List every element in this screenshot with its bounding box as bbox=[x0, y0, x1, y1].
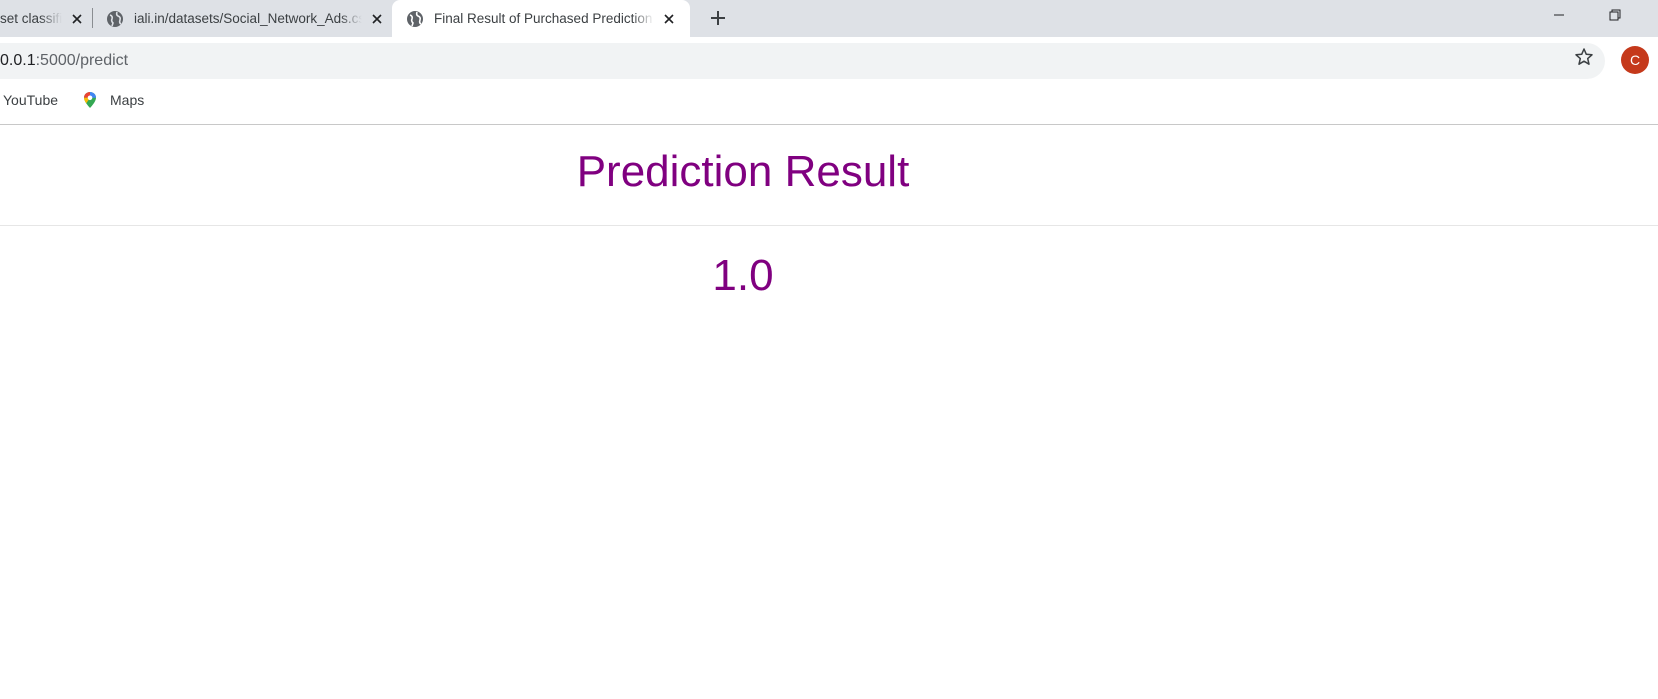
tab-title: set classific bbox=[0, 11, 62, 26]
globe-icon bbox=[406, 10, 424, 28]
new-tab-button[interactable] bbox=[706, 6, 730, 30]
tab-title: Final Result of Purchased Prediction bbox=[434, 11, 654, 26]
bookmark-youtube[interactable]: YouTube bbox=[3, 86, 58, 114]
tab-close-icon[interactable] bbox=[660, 10, 678, 28]
bookmark-star-icon[interactable] bbox=[1574, 47, 1594, 67]
maps-icon bbox=[82, 92, 98, 108]
url-host: 0.0.1 bbox=[0, 52, 36, 69]
globe-icon bbox=[106, 10, 124, 28]
url-path: :5000/predict bbox=[35, 52, 129, 69]
tab-strip: set classific iali.in/datasets/Social_Ne… bbox=[0, 0, 1658, 37]
page-content: Prediction Result 1.0 bbox=[0, 125, 1658, 699]
tab-1[interactable]: set classific bbox=[0, 0, 86, 37]
tab-title: iali.in/datasets/Social_Network_Ads.csv bbox=[134, 11, 362, 26]
minimize-button[interactable] bbox=[1536, 0, 1582, 30]
bookmark-label: Maps bbox=[110, 92, 145, 108]
restore-icon bbox=[1609, 9, 1621, 21]
tab-3-active[interactable]: Final Result of Purchased Prediction bbox=[392, 0, 690, 37]
minimize-icon bbox=[1554, 14, 1564, 16]
tab-close-icon[interactable] bbox=[368, 10, 386, 28]
tab-2[interactable]: iali.in/datasets/Social_Network_Ads.csv bbox=[106, 0, 386, 37]
restore-button[interactable] bbox=[1592, 0, 1638, 30]
page-title: Prediction Result bbox=[576, 147, 910, 196]
horizontal-rule bbox=[0, 225, 1658, 226]
bookmark-label: YouTube bbox=[3, 92, 59, 108]
bookmarks-bar: YouTube Maps bbox=[0, 86, 1658, 125]
prediction-result-value: 1.0 bbox=[712, 251, 774, 300]
browser-toolbar: 0.0.1:5000/predict C bbox=[0, 37, 1658, 86]
profile-avatar[interactable]: C bbox=[1621, 46, 1649, 74]
tab-separator bbox=[92, 8, 93, 28]
bookmark-maps[interactable]: Maps bbox=[82, 86, 144, 114]
tab-close-icon[interactable] bbox=[68, 10, 86, 28]
address-bar[interactable]: 0.0.1:5000/predict bbox=[0, 43, 1605, 79]
plus-icon bbox=[711, 11, 725, 25]
url-text: 0.0.1:5000/predict bbox=[0, 43, 128, 79]
